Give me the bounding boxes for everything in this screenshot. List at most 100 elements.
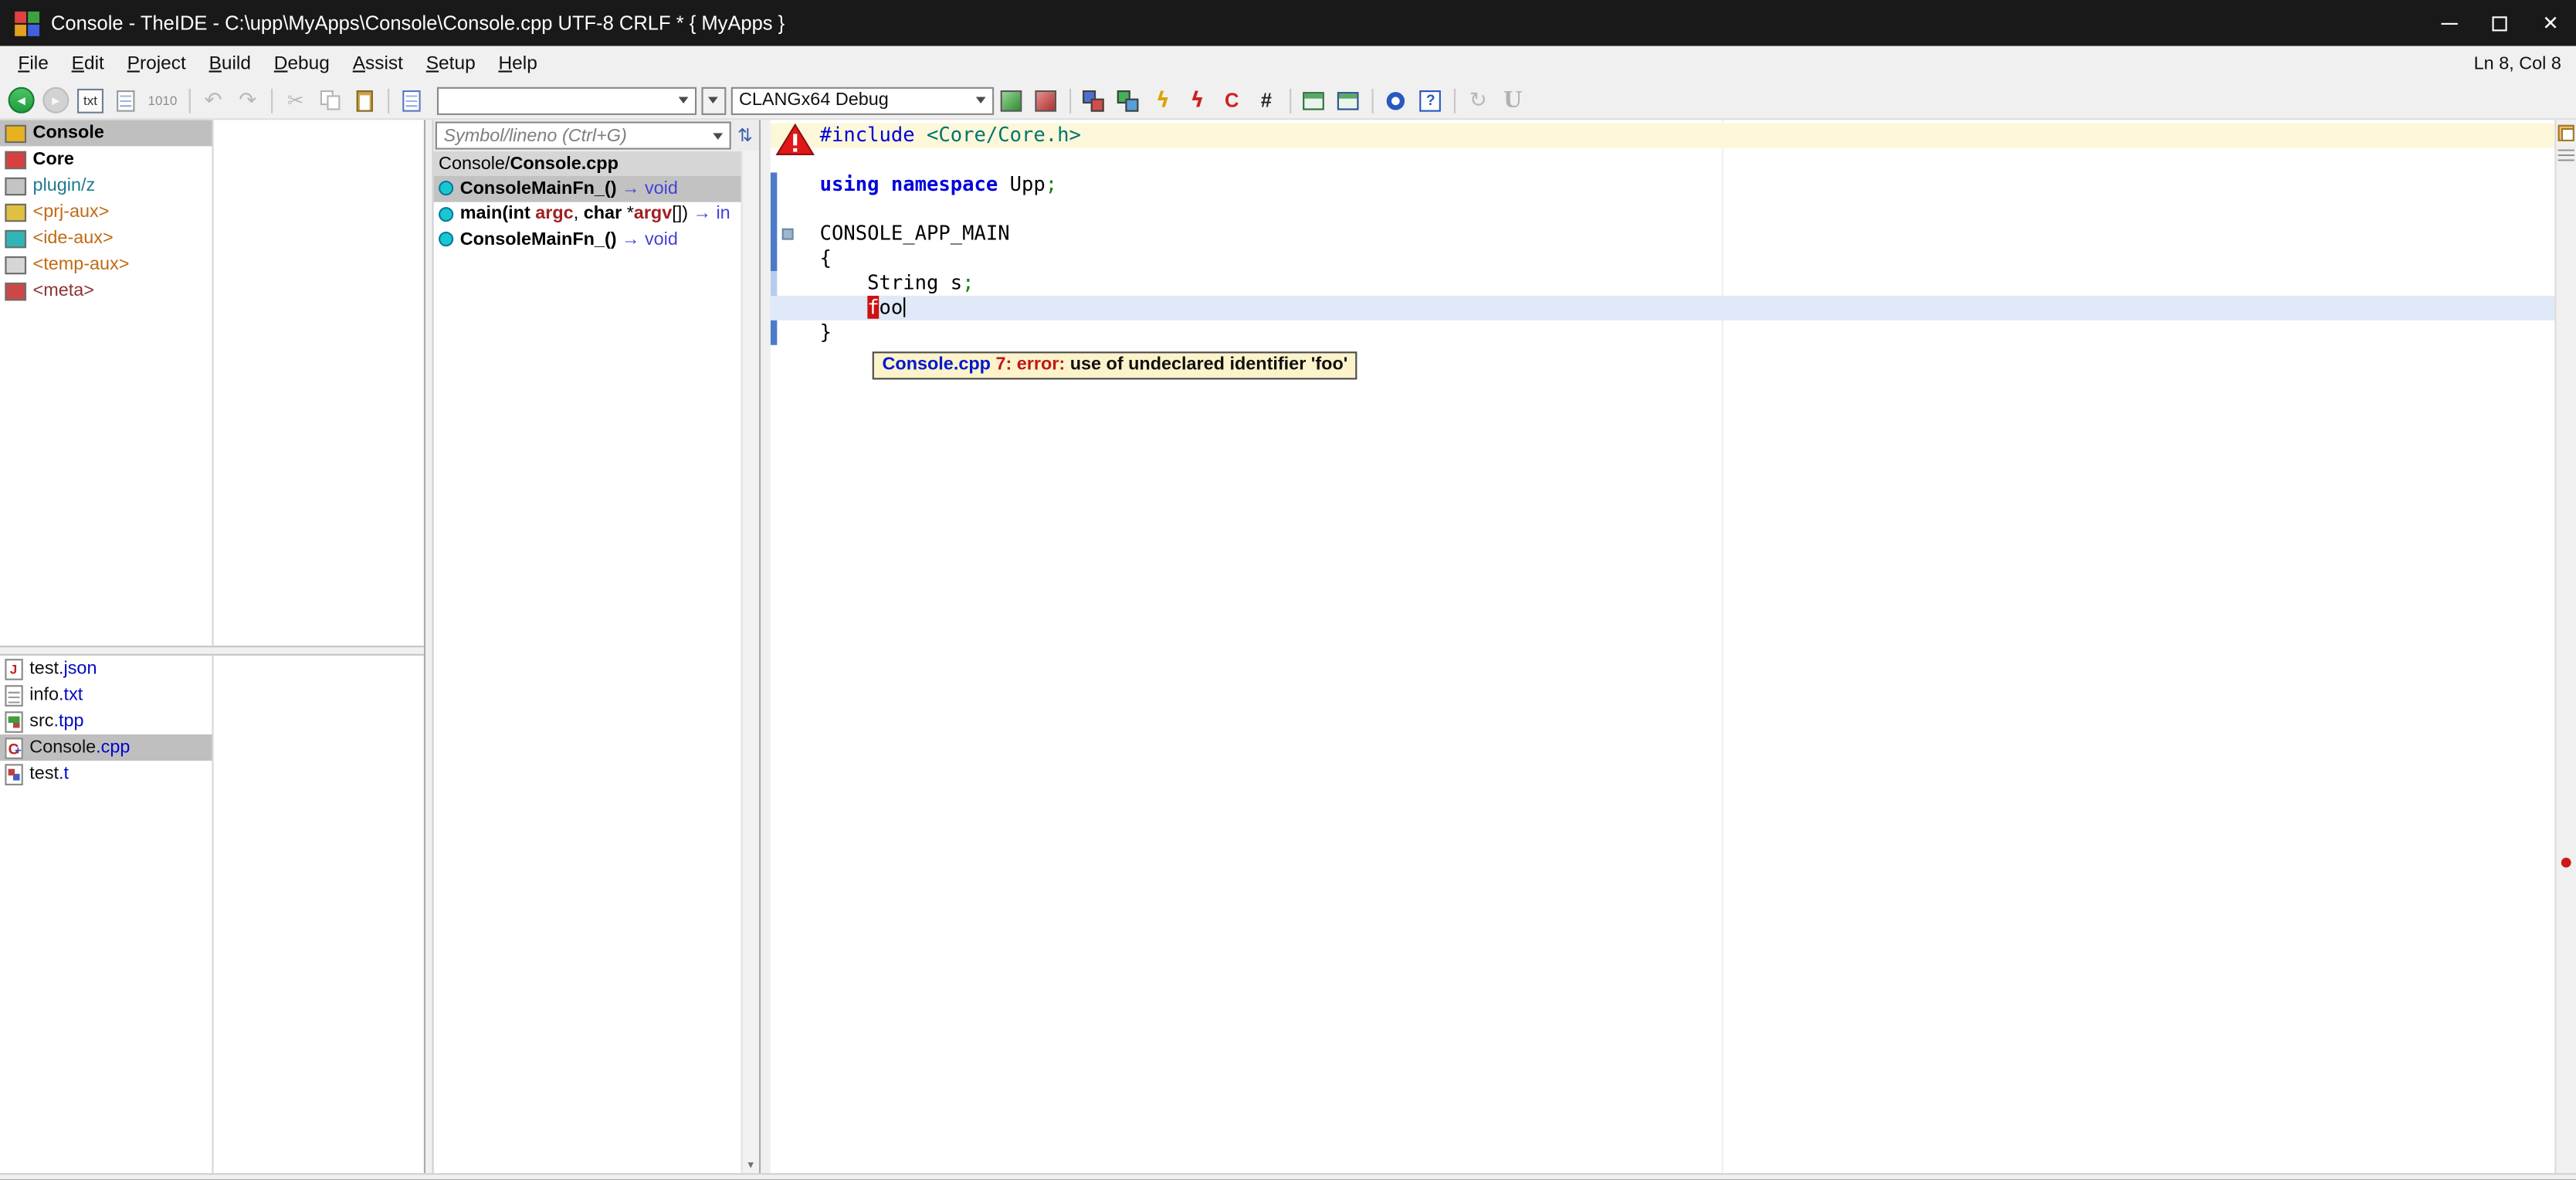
paste-button[interactable] xyxy=(348,84,381,117)
menu-item-edit[interactable]: Edit xyxy=(60,49,116,79)
symbol-token: , xyxy=(574,204,584,224)
copy-button[interactable] xyxy=(314,84,347,117)
navigate-forward-button[interactable]: ► xyxy=(39,84,73,117)
preprocess-button[interactable]: # xyxy=(1250,84,1283,117)
build-method-combo[interactable]: CLANGx64 Debug xyxy=(730,86,993,114)
toolbar-separator xyxy=(1290,88,1291,113)
debug-button[interactable] xyxy=(1380,84,1413,117)
cursor-position-status: Ln 8, Col 8 xyxy=(2474,54,2576,74)
find-history-combo[interactable] xyxy=(436,86,696,114)
file-item[interactable]: src.tpp xyxy=(0,708,212,734)
file-item[interactable]: test.json xyxy=(0,656,212,682)
package-item[interactable]: plugin/z xyxy=(0,172,212,198)
vertical-splitter-right[interactable] xyxy=(761,120,771,1173)
blue-ring-icon xyxy=(1387,91,1405,109)
file-item[interactable]: test.t xyxy=(0,761,212,787)
symbol-search-combo[interactable]: Symbol/lineno (Ctrl+G) xyxy=(436,121,731,149)
symbol-token: → void xyxy=(617,178,678,198)
file-name: test xyxy=(29,764,59,784)
menu-item-setup[interactable]: Setup xyxy=(415,49,487,79)
file-name: Console xyxy=(29,738,96,758)
package-item[interactable]: <temp-aux> xyxy=(0,252,212,278)
code-token xyxy=(820,296,867,319)
code-marker-icon xyxy=(782,229,794,240)
minimize-button[interactable] xyxy=(2423,0,2474,46)
menu-item-assist[interactable]: Assist xyxy=(341,49,415,79)
symbol-item[interactable]: ConsoleMainFn_() → void xyxy=(434,227,741,253)
refresh-button[interactable]: ↻ xyxy=(1462,84,1495,117)
chevron-down-icon xyxy=(709,97,719,104)
package-item[interactable]: <meta> xyxy=(0,278,212,304)
menu-item-file[interactable]: File xyxy=(7,49,60,79)
package-item[interactable]: Core xyxy=(0,146,212,172)
file-item[interactable]: Console.cpp xyxy=(0,734,212,761)
function-icon xyxy=(439,207,453,222)
app-icon xyxy=(15,11,39,36)
symbol-item[interactable]: main(int argc, char *argv[]) → in xyxy=(434,202,741,227)
package-organizer-button[interactable] xyxy=(995,84,1029,117)
red-lightning-icon: ϟ xyxy=(1190,88,1204,113)
file-ext: .t xyxy=(59,764,69,784)
execute-button[interactable] xyxy=(1297,84,1330,117)
sort-button[interactable]: ⇅ xyxy=(733,121,758,149)
file-item[interactable]: info.txt xyxy=(0,682,212,708)
symbol-list: Console/Console.cpp ConsoleMainFn_() → v… xyxy=(434,151,759,1173)
annotations-icon[interactable] xyxy=(2558,125,2574,141)
view-mode-toggle[interactable] xyxy=(108,84,141,117)
redo-button[interactable]: ↷ xyxy=(232,84,265,117)
text-mode-toggle[interactable]: txt xyxy=(76,88,103,113)
upp-home-button[interactable]: U xyxy=(1496,84,1530,117)
line-markers-icon[interactable] xyxy=(2558,150,2574,164)
error-tooltip: Console.cpp 7: error: use of undeclared … xyxy=(873,351,1357,379)
maximize-button[interactable] xyxy=(2474,0,2525,46)
toolbar-separator xyxy=(1453,88,1455,113)
text-caret xyxy=(903,297,904,317)
undo-button[interactable]: ↶ xyxy=(197,84,230,117)
title-bar: Console - TheIDE - C:\upp\MyApps\Console… xyxy=(0,0,2576,46)
edit-file-button[interactable] xyxy=(395,84,429,117)
menu-item-build[interactable]: Build xyxy=(198,49,263,79)
build-button[interactable]: ϟ xyxy=(1147,84,1180,117)
file-name: src xyxy=(29,711,53,731)
help-button[interactable]: ? xyxy=(1414,84,1447,117)
close-button[interactable]: ✕ xyxy=(2525,0,2576,46)
symbol-token: argv xyxy=(634,204,672,224)
menu-item-help[interactable]: Help xyxy=(487,49,549,79)
combo-dropdown-button[interactable] xyxy=(969,88,992,113)
main-area: ConsoleCoreplugin/z<prj-aux><ide-aux><te… xyxy=(0,120,2576,1173)
menu-items: FileEditProjectBuildDebugAssistSetupHelp xyxy=(0,46,549,83)
code-line-6: { xyxy=(771,246,2555,271)
rebuild-button[interactable]: ϟ xyxy=(1181,84,1214,117)
clean-button[interactable]: C xyxy=(1215,84,1249,117)
package-item[interactable]: <prj-aux> xyxy=(0,198,212,225)
code-editor[interactable]: #include <Core/Core.h>using namespace Up… xyxy=(771,120,2576,1173)
execute-options-button[interactable] xyxy=(1332,84,1365,117)
window-options-icon xyxy=(1337,91,1359,109)
symbol-item[interactable]: ConsoleMainFn_() → void xyxy=(434,176,741,202)
editor-scrollbar[interactable] xyxy=(2554,120,2576,1173)
menu-item-project[interactable]: Project xyxy=(116,49,198,79)
package-label: <temp-aux> xyxy=(33,255,130,275)
sync-files-button[interactable] xyxy=(1112,84,1145,117)
code-token: <Core/Core.h> xyxy=(927,124,1081,147)
output-mode-button[interactable] xyxy=(1077,84,1110,117)
package-settings-button[interactable] xyxy=(1030,84,1063,117)
package-item[interactable]: <ide-aux> xyxy=(0,225,212,251)
binary-mode-toggle[interactable]: 1010 xyxy=(143,88,182,113)
cut-button[interactable]: ✂ xyxy=(279,84,312,117)
function-icon xyxy=(439,232,453,247)
teal-package-icon xyxy=(5,229,26,247)
horizontal-splitter[interactable] xyxy=(0,647,424,654)
vertical-splitter-left[interactable] xyxy=(425,120,432,1173)
symbol-token: []) xyxy=(672,204,688,224)
combo-dropdown-button[interactable] xyxy=(672,88,695,113)
symbol-token: → void xyxy=(617,229,678,249)
symbol-file-header: Console/Console.cpp xyxy=(434,151,741,176)
menu-item-debug[interactable]: Debug xyxy=(263,49,341,79)
package-item[interactable]: Console xyxy=(0,120,212,146)
navigate-back-button[interactable]: ◄ xyxy=(5,84,38,117)
history-dropdown-button[interactable] xyxy=(701,86,726,114)
navigator-scrollbar[interactable]: ▼ xyxy=(741,151,759,1173)
combo-dropdown-button[interactable] xyxy=(707,124,730,148)
error-marker-dot[interactable] xyxy=(2561,858,2571,868)
